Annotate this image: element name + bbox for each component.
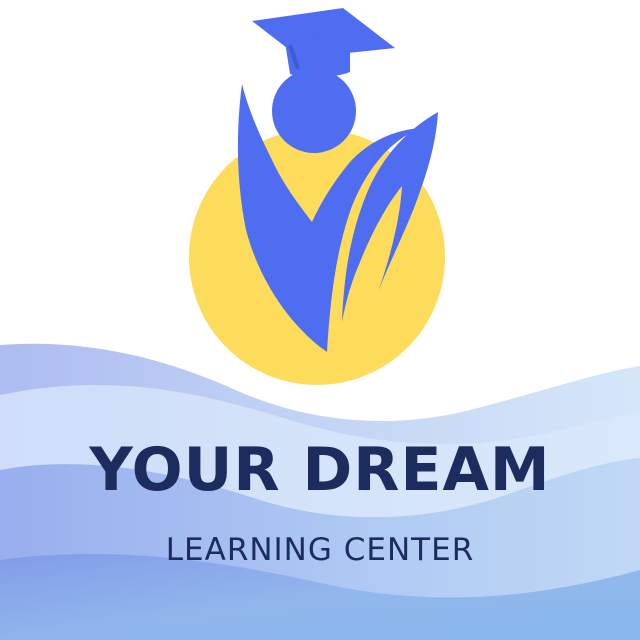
graduation-cap-icon bbox=[252, 8, 395, 78]
brand-tagline: LEARNING CENTER bbox=[165, 532, 475, 568]
brand-name: YOUR DREAM bbox=[89, 435, 551, 505]
logo-canvas: YOUR DREAM LEARNING CENTER bbox=[0, 0, 640, 640]
graduate-head bbox=[272, 69, 356, 153]
